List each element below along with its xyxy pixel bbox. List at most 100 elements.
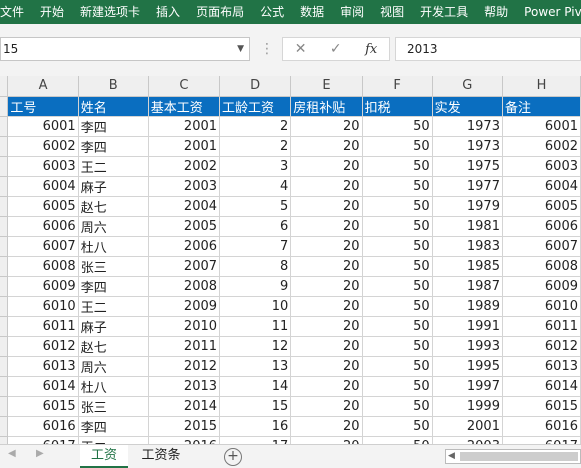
table-cell[interactable]: 2015 xyxy=(148,416,221,437)
table-cell[interactable]: 6006 xyxy=(502,216,581,237)
table-cell[interactable]: 2003 xyxy=(432,436,503,444)
table-cell[interactable]: 6007 xyxy=(502,236,581,257)
table-cell[interactable]: 6017 xyxy=(7,436,79,444)
header-cell[interactable]: 实发 xyxy=(432,96,503,117)
row-header[interactable] xyxy=(0,216,9,237)
table-cell[interactable]: 王二 xyxy=(78,436,149,444)
row-header[interactable] xyxy=(0,176,9,197)
table-cell[interactable]: 6009 xyxy=(502,276,581,297)
table-cell[interactable]: 1991 xyxy=(432,316,503,337)
table-cell[interactable]: 2016 xyxy=(148,436,221,444)
table-cell[interactable]: 2006 xyxy=(148,236,221,257)
table-cell[interactable]: 11 xyxy=(219,316,292,337)
cancel-icon[interactable]: ✕ xyxy=(295,41,307,57)
table-cell[interactable]: 20 xyxy=(290,316,363,337)
table-cell[interactable]: 50 xyxy=(362,436,433,444)
table-cell[interactable]: 李四 xyxy=(78,276,149,297)
table-cell[interactable]: 2007 xyxy=(148,256,221,277)
table-cell[interactable]: 1973 xyxy=(432,116,503,137)
table-cell[interactable]: 6013 xyxy=(7,356,79,377)
column-header-c[interactable]: C xyxy=(148,76,221,97)
table-cell[interactable]: 1979 xyxy=(432,196,503,217)
table-cell[interactable]: 2011 xyxy=(148,336,221,357)
table-cell[interactable]: 2001 xyxy=(148,116,221,137)
tab-review[interactable]: 审阅 xyxy=(332,0,372,24)
header-cell[interactable]: 扣税 xyxy=(362,96,433,117)
table-cell[interactable]: 2013 xyxy=(148,376,221,397)
table-cell[interactable]: 2012 xyxy=(148,356,221,377)
table-cell[interactable]: 1993 xyxy=(432,336,503,357)
tab-file[interactable]: 文件 xyxy=(0,0,32,24)
table-cell[interactable]: 12 xyxy=(219,336,292,357)
table-cell[interactable]: 赵七 xyxy=(78,336,149,357)
table-cell[interactable]: 5 xyxy=(219,196,292,217)
table-cell[interactable]: 20 xyxy=(290,336,363,357)
table-cell[interactable]: 20 xyxy=(290,216,363,237)
table-cell[interactable]: 20 xyxy=(290,416,363,437)
tab-home[interactable]: 开始 xyxy=(32,0,72,24)
table-cell[interactable]: 杜八 xyxy=(78,236,149,257)
column-header-d[interactable]: D xyxy=(219,76,292,97)
table-cell[interactable]: 2001 xyxy=(148,136,221,157)
header-cell[interactable]: 工龄工资 xyxy=(219,96,292,117)
table-cell[interactable]: 6012 xyxy=(502,336,581,357)
row-header[interactable] xyxy=(0,316,9,337)
table-cell[interactable]: 20 xyxy=(290,396,363,417)
table-cell[interactable]: 6 xyxy=(219,216,292,237)
table-cell[interactable]: 50 xyxy=(362,176,433,197)
horizontal-scrollbar[interactable]: ◀ xyxy=(445,449,581,464)
table-cell[interactable]: 50 xyxy=(362,256,433,277)
formula-input[interactable]: 2013 xyxy=(395,37,581,61)
table-cell[interactable]: 6016 xyxy=(7,416,79,437)
table-cell[interactable]: 李四 xyxy=(78,136,149,157)
table-cell[interactable]: 10 xyxy=(219,296,292,317)
table-cell[interactable]: 20 xyxy=(290,296,363,317)
table-cell[interactable]: 20 xyxy=(290,276,363,297)
table-cell[interactable]: 20 xyxy=(290,356,363,377)
table-cell[interactable]: 20 xyxy=(290,196,363,217)
table-cell[interactable]: 2 xyxy=(219,136,292,157)
select-all-corner[interactable] xyxy=(0,76,9,97)
table-cell[interactable]: 赵七 xyxy=(78,196,149,217)
table-cell[interactable]: 6011 xyxy=(502,316,581,337)
table-cell[interactable]: 6004 xyxy=(502,176,581,197)
row-header[interactable] xyxy=(0,276,9,297)
table-cell[interactable]: 6016 xyxy=(502,416,581,437)
table-cell[interactable]: 2001 xyxy=(432,416,503,437)
header-cell[interactable]: 基本工资 xyxy=(148,96,221,117)
scroll-left-arrow-icon[interactable]: ◀ xyxy=(448,450,455,463)
table-cell[interactable]: 张三 xyxy=(78,256,149,277)
table-cell[interactable]: 张三 xyxy=(78,396,149,417)
table-cell[interactable]: 6001 xyxy=(7,116,79,137)
table-cell[interactable]: 3 xyxy=(219,156,292,177)
table-cell[interactable]: 6012 xyxy=(7,336,79,357)
table-cell[interactable]: 6008 xyxy=(502,256,581,277)
table-cell[interactable]: 麻子 xyxy=(78,176,149,197)
table-cell[interactable]: 6001 xyxy=(502,116,581,137)
table-cell[interactable]: 1999 xyxy=(432,396,503,417)
column-header-g[interactable]: G xyxy=(432,76,503,97)
table-cell[interactable]: 6014 xyxy=(502,376,581,397)
table-cell[interactable]: 20 xyxy=(290,116,363,137)
table-cell[interactable]: 14 xyxy=(219,376,292,397)
table-cell[interactable]: 6003 xyxy=(7,156,79,177)
row-header[interactable] xyxy=(0,196,9,217)
table-cell[interactable]: 20 xyxy=(290,136,363,157)
table-cell[interactable]: 6008 xyxy=(7,256,79,277)
table-cell[interactable]: 50 xyxy=(362,276,433,297)
tab-developer[interactable]: 开发工具 xyxy=(412,0,476,24)
tab-formulas[interactable]: 公式 xyxy=(252,0,292,24)
row-header[interactable] xyxy=(0,356,9,377)
column-header-h[interactable]: H xyxy=(502,76,581,97)
row-header[interactable] xyxy=(0,436,9,444)
table-cell[interactable]: 50 xyxy=(362,376,433,397)
table-cell[interactable]: 2014 xyxy=(148,396,221,417)
table-cell[interactable]: 4 xyxy=(219,176,292,197)
tab-help[interactable]: 帮助 xyxy=(476,0,516,24)
row-header[interactable] xyxy=(0,336,9,357)
header-cell[interactable]: 备注 xyxy=(502,96,581,117)
table-cell[interactable]: 6015 xyxy=(7,396,79,417)
row-header[interactable] xyxy=(0,116,9,137)
table-cell[interactable]: 17 xyxy=(219,436,292,444)
table-cell[interactable]: 1973 xyxy=(432,136,503,157)
